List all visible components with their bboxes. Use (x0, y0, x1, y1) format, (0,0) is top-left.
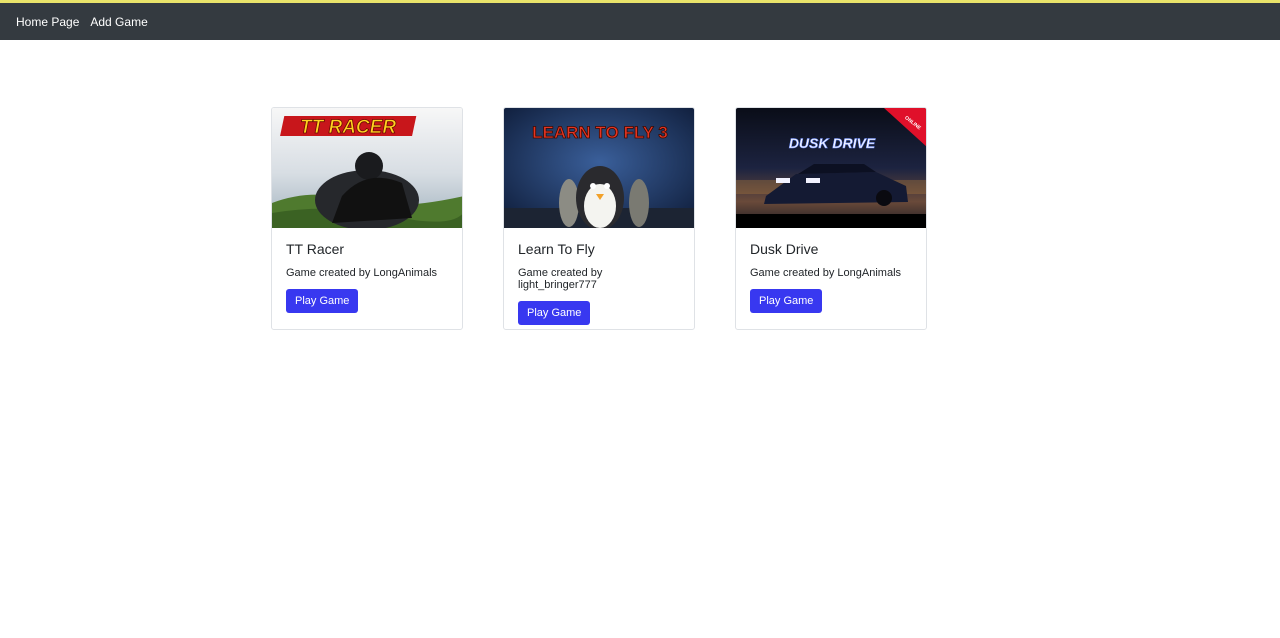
play-game-button[interactable]: Play Game (286, 289, 359, 313)
card-creator-text: Game created by LongAnimals (286, 267, 438, 279)
card-body: Dusk Drive Game created by LongAnimals P… (736, 228, 926, 326)
game-card: ONLINE DUSK DRIVE Dusk Drive Game create… (735, 107, 927, 330)
card-body: Learn To Fly Game created by light_bring… (504, 228, 694, 329)
game-card: LEARN TO FLY 3 Learn To Fly Game created… (503, 107, 695, 330)
card-body: TT Racer Game created by LongAnimals Pla… (272, 228, 462, 326)
game-card-list: TT RACER TT Racer Game created by LongAn… (271, 107, 927, 330)
thumbnail-logo-text: TT RACER (300, 117, 396, 138)
game-thumbnail-dusk-drive[interactable]: ONLINE DUSK DRIVE (736, 108, 927, 228)
card-title: Learn To Fly (518, 241, 595, 257)
game-card: TT RACER TT Racer Game created by LongAn… (271, 107, 463, 330)
navbar: Home Page Add Game (0, 3, 1280, 40)
play-game-button[interactable]: Play Game (750, 289, 823, 313)
game-thumbnail-learn-to-fly[interactable]: LEARN TO FLY 3 (504, 108, 695, 228)
play-game-button[interactable]: Play Game (518, 301, 591, 325)
card-creator-text: Game created by light_bringer777 (518, 267, 603, 291)
card-creator-text: Game created by LongAnimals (750, 267, 902, 279)
thumbnail-logo-text: DUSK DRIVE (789, 135, 876, 151)
game-thumbnail-tt-racer[interactable]: TT RACER (272, 108, 463, 228)
nav-home-page[interactable]: Home Page (16, 15, 79, 29)
card-title: TT Racer (286, 241, 345, 257)
nav-add-game[interactable]: Add Game (90, 15, 147, 29)
card-title: Dusk Drive (750, 241, 819, 257)
thumbnail-logo-text: LEARN TO FLY 3 (532, 123, 668, 142)
